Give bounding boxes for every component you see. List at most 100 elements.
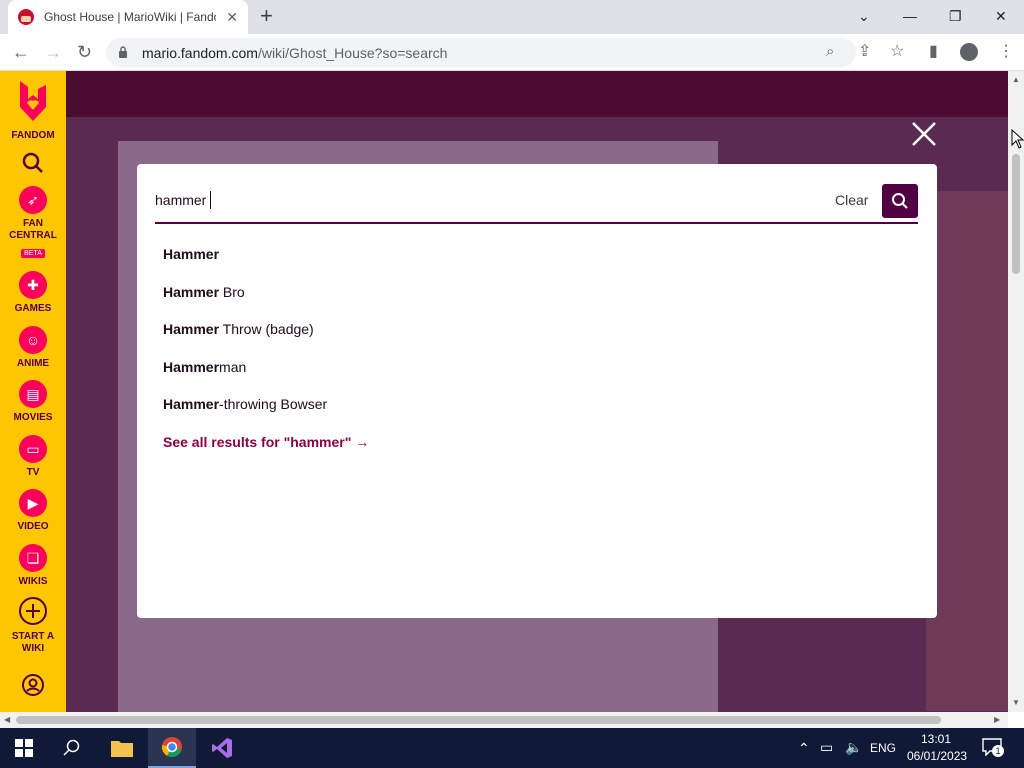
sidebar-item-label: START A WIKI [11, 631, 55, 654]
wiki-header [66, 71, 1008, 117]
search-suggestions: Hammer Hammer Bro Hammer Throw (badge) H… [163, 244, 903, 452]
chrome-icon [161, 737, 182, 757]
windows-logo-icon [15, 739, 33, 757]
search-input[interactable] [155, 188, 815, 212]
url-text: mario.fandom.com/wiki/Ghost_House?so=sea… [142, 45, 447, 61]
visual-studio-button[interactable] [198, 728, 246, 768]
file-explorer-button[interactable] [98, 728, 146, 768]
side-panel-icon[interactable]: ▮ [929, 41, 938, 61]
chrome-taskbar-button[interactable] [148, 728, 196, 768]
reload-icon[interactable]: ↻ [77, 41, 92, 63]
fandom-heart-logo-icon [20, 81, 46, 121]
sidebar-item-fan-central[interactable]: ➶ FAN CENTRAL BETA [0, 186, 66, 260]
sidebar-item-games[interactable]: ✚ GAMES [0, 271, 66, 315]
search-bar: Clear [155, 184, 918, 224]
taskbar-search-button[interactable] [48, 728, 96, 768]
fandom-brand-label: FANDOM [11, 130, 55, 141]
plus-circle-icon [19, 597, 47, 625]
search-page-icon[interactable]: ⌕ [826, 43, 834, 60]
new-tab-icon[interactable]: + [260, 5, 273, 27]
sidebar-item-start-a-wiki[interactable]: START A WIKI [0, 596, 66, 655]
close-search-icon[interactable] [910, 120, 938, 148]
window-close-icon[interactable]: ✕ [995, 6, 1007, 26]
search-modal: Clear Hammer Hammer Bro Hammer Throw (ba… [137, 164, 937, 618]
chrome-menu-icon[interactable]: ⋮ [998, 41, 1014, 61]
tv-icon: ▭ [19, 435, 47, 463]
search-icon [63, 739, 80, 756]
volume-icon[interactable]: 🔈 [845, 739, 862, 756]
wiki-side-rail-dimmed [926, 191, 1008, 711]
search-icon [22, 152, 43, 173]
suggestion-item[interactable]: Hammer Bro [163, 282, 903, 320]
suggestion-item[interactable]: Hammer Throw (badge) [163, 319, 903, 357]
suggestion-item[interactable]: Hammerman [163, 357, 903, 395]
share-icon[interactable]: ⇪ [858, 41, 871, 61]
sidebar-item-wikis[interactable]: ❏ WIKIS [0, 544, 66, 588]
mouse-cursor-icon [1011, 129, 1024, 149]
clapperboard-icon: ▤ [19, 380, 47, 408]
clear-button[interactable]: Clear [835, 192, 868, 208]
vertical-scroll-thumb[interactable] [1012, 154, 1020, 274]
browser-tab-strip: Ghost House | MarioWiki | Fandom ✕ + ⌄ —… [0, 0, 1024, 34]
restore-icon[interactable]: ❐ [949, 6, 962, 26]
back-icon[interactable]: ← [12, 41, 30, 63]
show-hidden-icons-icon[interactable]: ⌃ [798, 740, 810, 757]
forward-icon[interactable]: → [44, 41, 62, 63]
sidebar-item-tv[interactable]: ▭ TV [0, 435, 66, 479]
beta-badge: BETA [21, 249, 45, 258]
sidebar-item-movies[interactable]: ▤ MOVIES [0, 380, 66, 424]
scroll-left-arrow-icon[interactable]: ◀ [4, 715, 10, 724]
profile-avatar-icon[interactable] [960, 43, 978, 61]
mariowiki-favicon-icon [18, 9, 34, 25]
search-submit-button[interactable] [882, 184, 918, 218]
rocket-icon: ➶ [19, 186, 47, 214]
bookmark-star-icon[interactable]: ☆ [890, 41, 904, 61]
fandom-global-nav: FANDOM ➶ FAN CENTRAL BETA ✚ GAMES ☺ ANIM… [0, 71, 66, 712]
sidebar-item-video[interactable]: ▶ VIDEO [0, 489, 66, 533]
language-indicator[interactable]: ENG [870, 741, 896, 755]
suggestion-item[interactable]: Hammer-throwing Bowser [163, 394, 903, 432]
user-icon [22, 674, 44, 696]
notification-count-badge: 1 [992, 745, 1004, 757]
tab-close-icon[interactable]: ✕ [226, 9, 238, 25]
minimize-icon[interactable]: — [903, 6, 917, 26]
search-icon [892, 193, 908, 209]
sidebar-item-anime[interactable]: ☺ ANIME [0, 326, 66, 370]
sidebar-item-label: MOVIES [13, 412, 53, 423]
sidebar-item-label: TV [26, 467, 40, 478]
sidebar-user[interactable] [0, 673, 66, 702]
anime-face-icon: ☺ [19, 326, 47, 354]
fandom-logo[interactable]: FANDOM [0, 79, 66, 142]
scroll-right-arrow-icon[interactable]: ▶ [994, 715, 1000, 724]
folder-icon [111, 741, 133, 757]
sidebar-search[interactable] [0, 151, 66, 180]
notification-center-button[interactable]: 1 [982, 738, 1004, 757]
start-button[interactable] [0, 728, 48, 768]
lock-icon [119, 46, 127, 58]
scroll-down-arrow-icon[interactable]: ▼ [1012, 698, 1020, 707]
tab-search-chevron-icon[interactable]: ⌄ [858, 6, 870, 26]
horizontal-scroll-thumb[interactable] [16, 716, 941, 724]
clock-time[interactable]: 13:01 [921, 732, 951, 746]
gamepad-icon: ✚ [19, 271, 47, 299]
browser-tab[interactable]: Ghost House | MarioWiki | Fandom ✕ [8, 0, 248, 34]
network-icon[interactable]: ▭ [820, 739, 833, 756]
suggestion-item[interactable]: Hammer [163, 244, 903, 282]
text-caret [210, 191, 211, 209]
play-icon: ▶ [19, 489, 47, 517]
clock-date[interactable]: 06/01/2023 [907, 749, 967, 763]
windows-taskbar: ⌃ ▭ 🔈 ENG 13:01 06/01/2023 1 [0, 728, 1024, 768]
vertical-scrollbar[interactable]: ▲ ▼ [1008, 71, 1024, 712]
horizontal-scrollbar[interactable]: ◀ ▶ [0, 712, 1008, 728]
book-icon: ❏ [19, 544, 47, 572]
url-path: /wiki/Ghost_House?so=search [257, 45, 448, 61]
url-domain: mario.fandom.com [142, 45, 258, 61]
visual-studio-icon [212, 738, 232, 758]
browser-toolbar: ← → ↻ mario.fandom.com/wiki/Ghost_House?… [0, 34, 1024, 71]
see-all-results-link[interactable]: See all results for "hammer" → [163, 432, 903, 452]
address-bar[interactable]: mario.fandom.com/wiki/Ghost_House?so=sea… [106, 38, 856, 67]
sidebar-item-label: VIDEO [17, 521, 49, 532]
scroll-up-arrow-icon[interactable]: ▲ [1012, 75, 1020, 84]
sidebar-item-label: FAN CENTRAL [9, 218, 57, 241]
sidebar-item-label: ANIME [16, 358, 50, 369]
